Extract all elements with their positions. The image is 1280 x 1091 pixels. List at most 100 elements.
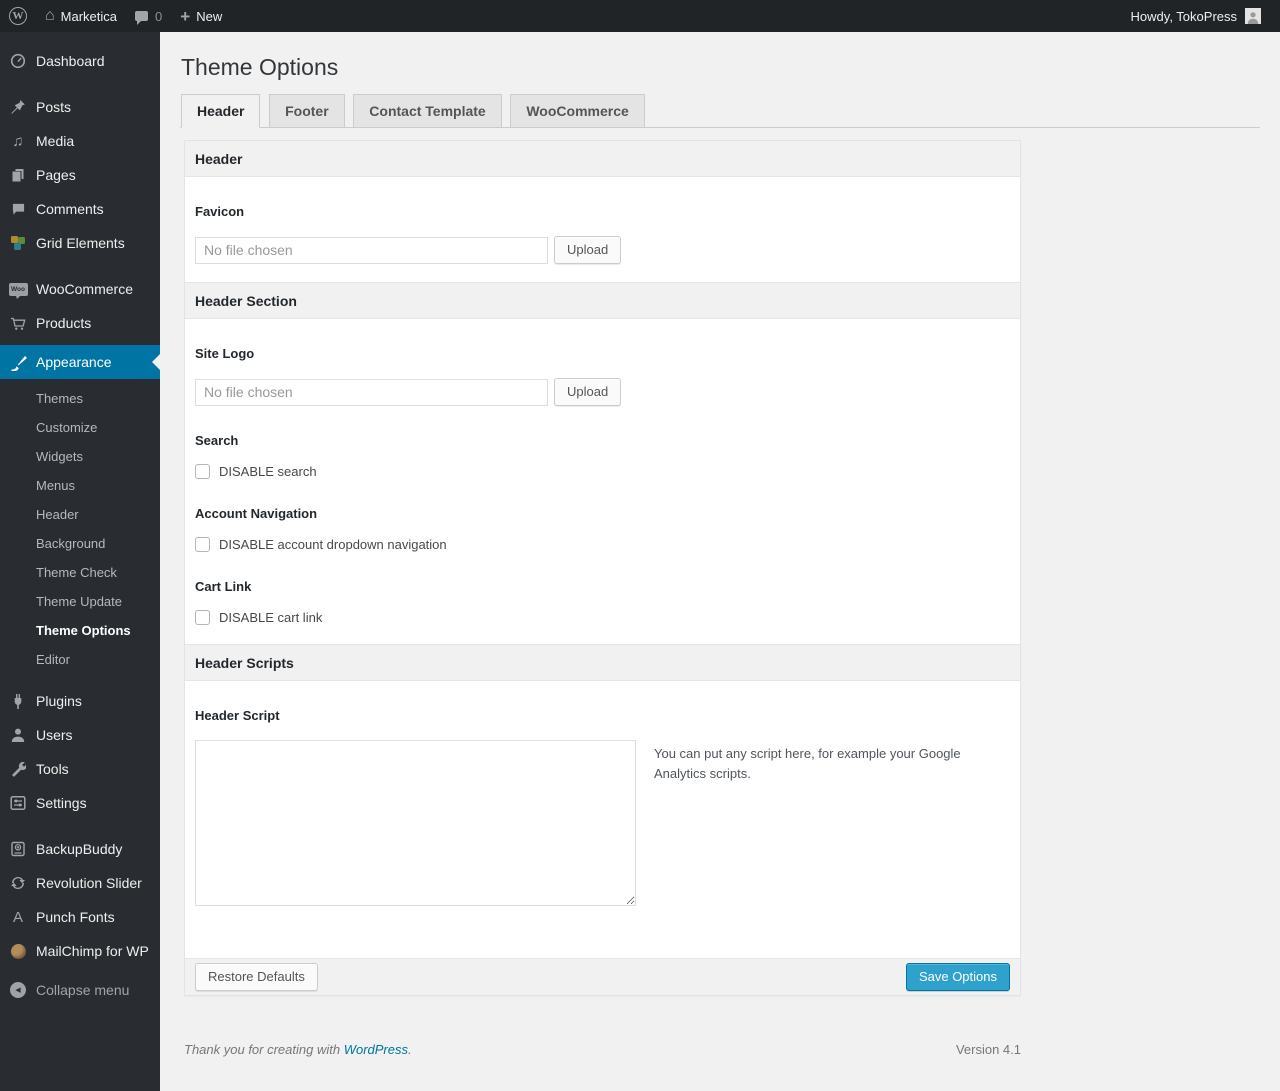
checkbox-label: DISABLE search: [219, 464, 317, 479]
tab-bar: Header Footer Contact Template WooCommer…: [180, 94, 1260, 128]
wordpress-link[interactable]: WordPress: [344, 1042, 408, 1057]
submenu-item-menus[interactable]: Menus: [0, 471, 160, 500]
favicon-field: Favicon Upload: [185, 204, 1020, 282]
sliders-icon: [8, 795, 28, 811]
avatar: [1245, 8, 1261, 24]
woocommerce-icon: Woo: [8, 282, 28, 299]
comments-shortcut[interactable]: 0: [126, 0, 171, 32]
submenu-item-editor[interactable]: Editor: [0, 645, 160, 674]
submenu-item-theme-update[interactable]: Theme Update: [0, 587, 160, 616]
sidebar-item-backupbuddy[interactable]: BackupBuddy: [0, 832, 160, 866]
sidebar-item-pages[interactable]: Pages: [0, 158, 160, 192]
sidebar-item-products[interactable]: Products: [0, 306, 160, 340]
section-header-section: Header Section: [185, 282, 1020, 319]
sidebar-item-punch-fonts[interactable]: A Punch Fonts: [0, 900, 160, 934]
site-logo-file-input[interactable]: [195, 378, 548, 406]
disable-cart-link-checkbox[interactable]: [195, 610, 210, 625]
site-name-label: Marketica: [60, 8, 118, 24]
restore-defaults-button[interactable]: Restore Defaults: [195, 963, 318, 991]
site-logo-upload-button[interactable]: Upload: [554, 378, 622, 406]
sidebar-item-label: Punch Fonts: [36, 909, 115, 925]
my-account-menu[interactable]: Howdy, TokoPress: [1122, 0, 1270, 32]
footer-version: Version 4.1: [955, 1042, 1021, 1057]
save-options-button[interactable]: Save Options: [905, 963, 1010, 991]
search-field: Search DISABLE search: [185, 433, 1020, 479]
sidebar-item-comments[interactable]: Comments: [0, 192, 160, 226]
sidebar-item-label: BackupBuddy: [36, 841, 123, 857]
sidebar-item-posts[interactable]: Posts: [0, 90, 160, 124]
appearance-submenu: Themes Customize Widgets Menus Header Ba…: [0, 379, 160, 684]
site-logo-field: Site Logo Upload: [185, 346, 1020, 406]
footer-thanks-text: Thank you for creating with: [184, 1042, 344, 1057]
sidebar-item-media[interactable]: ♫ Media: [0, 124, 160, 158]
submenu-item-customize[interactable]: Customize: [0, 413, 160, 442]
cart-link-label: Cart Link: [195, 579, 252, 594]
sidebar-item-mailchimp[interactable]: MailChimp for WP: [0, 934, 160, 968]
favicon-upload-button[interactable]: Upload: [554, 236, 622, 264]
pages-icon: [8, 167, 28, 183]
sidebar-item-label: Posts: [36, 99, 72, 115]
sidebar-item-plugins[interactable]: Plugins: [0, 684, 160, 718]
cart-icon: [8, 316, 28, 331]
wordpress-logo-menu[interactable]: W: [0, 0, 36, 32]
submenu-item-theme-check[interactable]: Theme Check: [0, 558, 160, 587]
submenu-item-background[interactable]: Background: [0, 529, 160, 558]
sidebar-item-settings[interactable]: Settings: [0, 786, 160, 820]
sidebar-item-revolution-slider[interactable]: Revolution Slider: [0, 866, 160, 900]
sidebar-item-collapse-menu[interactable]: ◀ Collapse menu: [0, 973, 160, 1007]
sidebar-item-woocommerce[interactable]: Woo WooCommerce: [0, 272, 160, 306]
checkbox-label: DISABLE account dropdown navigation: [219, 537, 447, 552]
favicon-label: Favicon: [195, 204, 245, 219]
sidebar-item-appearance[interactable]: Appearance: [0, 345, 160, 379]
sidebar-item-label: Pages: [36, 167, 76, 183]
checkbox-label: DISABLE cart link: [219, 610, 323, 625]
header-script-label: Header Script: [195, 708, 280, 723]
theme-options-panel: Header Favicon Upload Header Section Sit…: [184, 140, 1021, 996]
disable-account-nav-checkbox[interactable]: [195, 537, 210, 552]
favicon-file-input[interactable]: [195, 236, 548, 264]
disable-search-option: DISABLE search: [195, 464, 1010, 479]
sidebar-item-label: Collapse menu: [36, 982, 130, 998]
footer-period: .: [408, 1042, 412, 1057]
sidebar-item-grid-elements[interactable]: Grid Elements: [0, 226, 160, 260]
brush-icon: [8, 354, 28, 371]
grid-elements-icon: [8, 235, 28, 251]
tab-header[interactable]: Header: [181, 94, 261, 128]
sidebar-item-label: Settings: [36, 795, 87, 811]
sidebar-item-tools[interactable]: Tools: [0, 752, 160, 786]
site-name-menu[interactable]: ⌂ Marketica: [36, 0, 126, 32]
sidebar-item-label: Tools: [36, 761, 69, 777]
main-content: Theme Options Header Footer Contact Temp…: [160, 32, 1280, 1091]
new-label: New: [196, 8, 223, 24]
wrench-icon: [8, 761, 28, 777]
submenu-item-themes[interactable]: Themes: [0, 384, 160, 413]
tab-woocommerce[interactable]: WooCommerce: [510, 94, 645, 128]
submenu-item-theme-options[interactable]: Theme Options: [0, 616, 160, 645]
sidebar-item-label: MailChimp for WP: [36, 943, 149, 959]
sidebar-item-label: Users: [36, 727, 73, 743]
page-footer: Thank you for creating with WordPress. V…: [184, 1042, 1021, 1057]
comment-count: 0: [155, 8, 163, 24]
disable-search-checkbox[interactable]: [195, 464, 210, 479]
cart-link-field: Cart Link DISABLE cart link: [185, 579, 1020, 644]
circular-arrows-icon: [8, 875, 28, 891]
submenu-item-widgets[interactable]: Widgets: [0, 442, 160, 471]
new-content-menu[interactable]: + New: [171, 0, 231, 32]
wordpress-logo-icon: W: [9, 7, 27, 25]
disable-account-nav-option: DISABLE account dropdown navigation: [195, 537, 1010, 552]
backup-drive-icon: [8, 841, 28, 857]
sidebar-item-users[interactable]: Users: [0, 718, 160, 752]
sidebar-item-label: Media: [36, 133, 75, 149]
submenu-item-header[interactable]: Header: [0, 500, 160, 529]
header-script-field: Header Script You can put any script her…: [185, 708, 1020, 958]
tab-contact-template[interactable]: Contact Template: [353, 94, 502, 128]
plug-icon: [8, 693, 28, 710]
search-label: Search: [195, 433, 239, 448]
sidebar-item-dashboard[interactable]: Dashboard: [0, 44, 160, 78]
tab-footer[interactable]: Footer: [269, 94, 345, 128]
header-script-textarea[interactable]: [195, 740, 636, 906]
account-navigation-label: Account Navigation: [195, 506, 318, 521]
comment-bubble-icon: [8, 203, 28, 215]
site-logo-label: Site Logo: [195, 346, 255, 361]
panel-action-bar: Restore Defaults Save Options: [185, 958, 1020, 995]
